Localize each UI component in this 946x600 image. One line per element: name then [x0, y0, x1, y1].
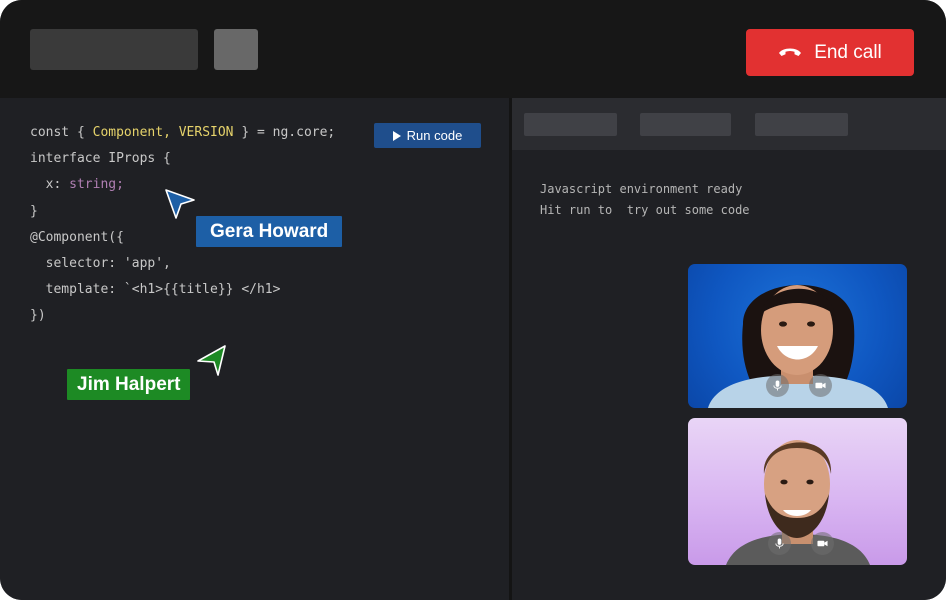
code-token: x:: [30, 177, 70, 193]
mic-button[interactable]: [766, 374, 789, 397]
code-token: const {: [30, 125, 93, 140]
console-line: Hit run to try out some code: [540, 203, 750, 217]
code-editor[interactable]: const { Component, VERSION } = ng.core; i…: [0, 98, 509, 600]
run-code-button[interactable]: Run code: [374, 123, 481, 148]
code-token: string;: [69, 177, 124, 193]
top-bar: End call: [0, 0, 946, 98]
mic-icon: [773, 380, 782, 391]
video-camera-icon: [815, 382, 826, 389]
code-line[interactable]: }): [30, 303, 335, 329]
code-token: Component, VERSION: [92, 125, 234, 140]
jim-cursor-icon: [197, 345, 226, 376]
jim-name-tag: Jim Halpert: [67, 369, 191, 400]
code-line[interactable]: interface IProps {: [30, 146, 335, 172]
app-window: End call const { Component, VERSION } = …: [0, 0, 946, 600]
tab-placeholder-1[interactable]: [524, 113, 617, 136]
participant-video-2[interactable]: [688, 418, 907, 565]
gera-cursor-icon: [165, 189, 195, 219]
title-placeholder: [30, 29, 198, 70]
camera-button[interactable]: [811, 532, 834, 555]
code-token: selector: 'app',: [30, 255, 171, 271]
console-output: Javascript environment ready Hit run to …: [540, 179, 750, 221]
end-call-button[interactable]: End call: [746, 29, 914, 76]
tab-placeholder-2[interactable]: [640, 113, 731, 136]
run-code-label: Run code: [406, 128, 463, 143]
code-line[interactable]: template: `<h1>{{title}} </h1>: [30, 277, 335, 303]
code-token: @Component({: [30, 229, 124, 245]
video-camera-icon: [817, 540, 828, 547]
code-token: template: `<h1>{{title}} </h1>: [30, 282, 281, 298]
phone-hangup-icon: [778, 42, 802, 64]
code-line[interactable]: selector: 'app',: [30, 251, 335, 277]
console-tab-bar: [512, 98, 946, 150]
play-icon: [392, 130, 401, 141]
participant-video-1[interactable]: [688, 264, 907, 408]
square-placeholder[interactable]: [214, 29, 258, 70]
camera-button[interactable]: [809, 374, 832, 397]
code-token: interface IProps {: [30, 151, 171, 167]
code-token: } = ng.core;: [233, 125, 336, 140]
code-line[interactable]: const { Component, VERSION } = ng.core;: [30, 120, 335, 146]
code-token: }: [30, 203, 38, 219]
tab-placeholder-3[interactable]: [755, 113, 848, 136]
console-panel: Javascript environment ready Hit run to …: [512, 98, 946, 600]
participant-1-image: [708, 284, 888, 408]
mic-icon: [775, 538, 784, 549]
gera-name-tag: Gera Howard: [196, 216, 343, 247]
console-line: Javascript environment ready: [540, 182, 743, 196]
end-call-label: End call: [814, 41, 882, 63]
mic-button[interactable]: [768, 532, 791, 555]
code-token: }): [30, 308, 46, 324]
participant-2-image: [726, 440, 870, 565]
